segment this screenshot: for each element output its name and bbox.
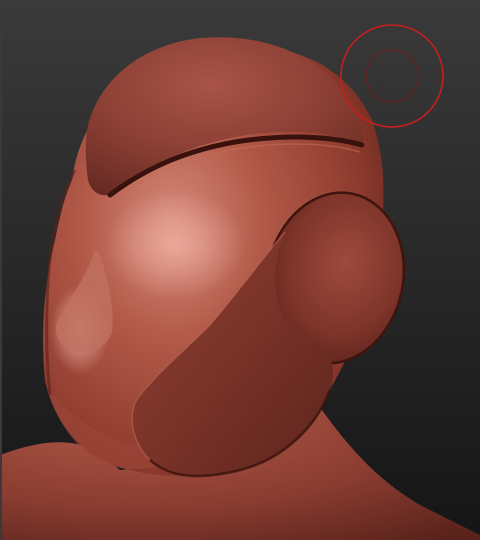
viewport-left-border (0, 0, 2, 540)
sculpt-viewport[interactable] (0, 0, 480, 540)
viewport-canvas[interactable] (0, 0, 480, 540)
face-highlight (105, 190, 245, 300)
